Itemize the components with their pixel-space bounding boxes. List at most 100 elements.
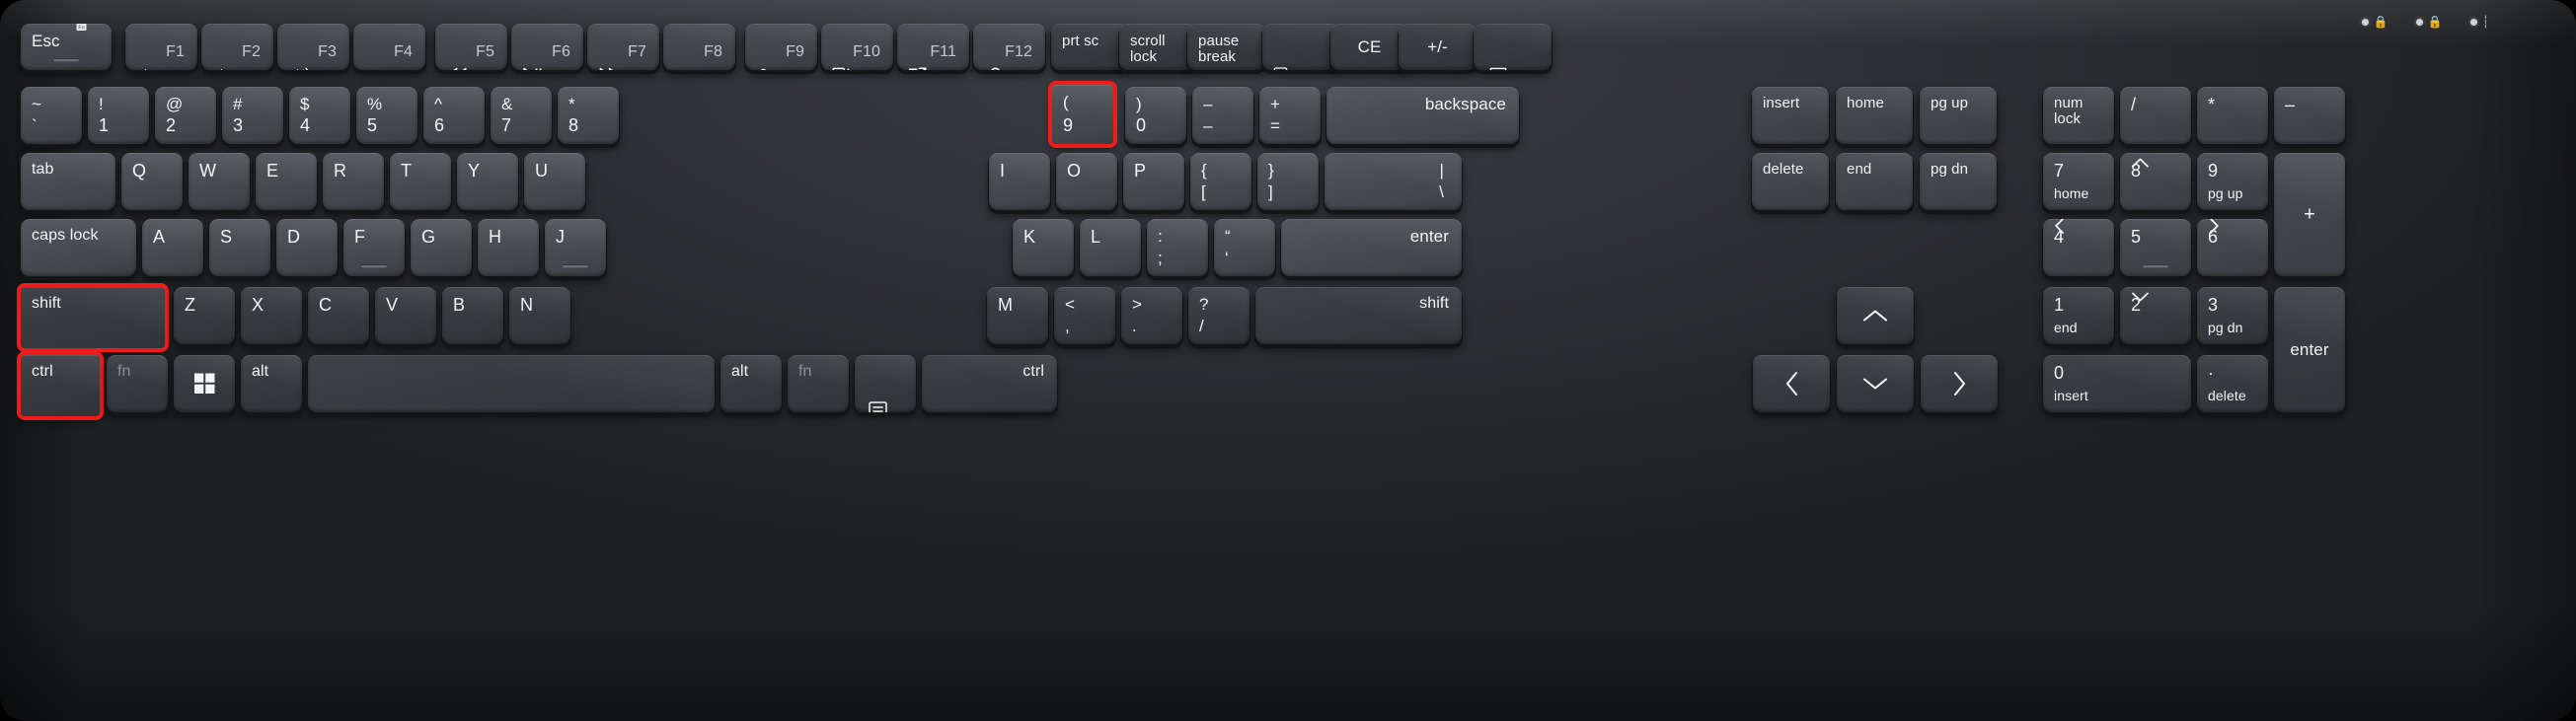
key-plus-minus[interactable]: +/- xyxy=(1399,24,1477,70)
key-shift-right[interactable]: shift xyxy=(1255,287,1462,344)
key-t[interactable]: T xyxy=(390,153,451,210)
key-8[interactable]: * 8 xyxy=(558,87,619,144)
key-numpad-1[interactable]: 1 end xyxy=(2043,287,2114,344)
key-arrow-up[interactable] xyxy=(1837,287,1914,344)
key-f1[interactable]: F1 xyxy=(125,24,197,70)
key-d[interactable]: D xyxy=(276,219,338,276)
key-space[interactable] xyxy=(308,355,715,412)
key-y[interactable]: Y xyxy=(457,153,518,210)
key-numpad-enter[interactable]: enter xyxy=(2274,287,2345,412)
key-ctrl-left[interactable]: ctrl xyxy=(21,355,100,416)
key-bracket-left[interactable]: { [ xyxy=(1190,153,1251,210)
key-end[interactable]: end xyxy=(1836,153,1913,210)
key-f4[interactable]: F4 xyxy=(353,24,425,70)
key-alt-right[interactable]: alt xyxy=(720,355,782,412)
key-f6[interactable]: F6 xyxy=(511,24,583,70)
key-period[interactable]: > . xyxy=(1121,287,1182,344)
key-numpad-8[interactable]: 8 xyxy=(2120,153,2191,210)
key-g[interactable]: G xyxy=(411,219,472,276)
key-tab[interactable]: tab xyxy=(21,153,115,210)
key-insert[interactable]: insert xyxy=(1752,87,1829,144)
key-s[interactable]: S xyxy=(209,219,270,276)
key-f11[interactable]: F11 xyxy=(897,24,969,70)
key-fn-left[interactable]: fn xyxy=(107,355,168,412)
key-f10[interactable]: F10 xyxy=(821,24,893,70)
key-numpad-2[interactable]: 2 xyxy=(2120,287,2191,344)
key-windows[interactable] xyxy=(174,355,235,412)
key-numpad-divide[interactable]: / xyxy=(2120,87,2191,144)
key-numpad-6[interactable]: 6 xyxy=(2197,219,2268,276)
key-numpad-9[interactable]: 9 pg up xyxy=(2197,153,2268,210)
key-comma[interactable]: < , xyxy=(1054,287,1115,344)
key-minus[interactable]: – – xyxy=(1192,87,1253,144)
key-c[interactable]: C xyxy=(308,287,369,344)
key-shift-left[interactable]: shift xyxy=(21,287,165,348)
key-escape[interactable]: Esc Fn xyxy=(21,24,112,70)
key-r[interactable]: R xyxy=(323,153,384,210)
key-z[interactable]: Z xyxy=(174,287,235,344)
key-equals[interactable]: + = xyxy=(1259,87,1321,144)
key-3[interactable]: # 3 xyxy=(222,87,283,144)
key-numpad-subtract[interactable]: – xyxy=(2274,87,2345,144)
key-menu[interactable] xyxy=(855,355,916,412)
key-b[interactable]: B xyxy=(442,287,503,344)
key-grave[interactable]: ~ ` xyxy=(21,87,82,144)
key-k[interactable]: K xyxy=(1013,219,1074,276)
key-semicolon[interactable]: : ; xyxy=(1147,219,1208,276)
key-numpad-7[interactable]: 7 home xyxy=(2043,153,2114,210)
key-f7[interactable]: F7 xyxy=(587,24,659,70)
key-f3[interactable]: F3 xyxy=(277,24,349,70)
key-fn-right[interactable]: fn xyxy=(788,355,849,412)
key-print-screen[interactable]: prt sc xyxy=(1051,24,1129,70)
key-f12[interactable]: F12 xyxy=(973,24,1045,70)
key-num-lock[interactable]: num lock xyxy=(2043,87,2114,144)
key-4[interactable]: $ 4 xyxy=(289,87,350,144)
key-0[interactable]: ) 0 xyxy=(1125,87,1186,144)
key-v[interactable]: V xyxy=(375,287,436,344)
key-bracket-right[interactable]: } ] xyxy=(1257,153,1319,210)
key-l[interactable]: L xyxy=(1080,219,1141,276)
key-home[interactable]: home xyxy=(1836,87,1913,144)
key-slash[interactable]: ? / xyxy=(1188,287,1250,344)
key-x[interactable]: X xyxy=(241,287,302,344)
key-backspace[interactable]: backspace xyxy=(1326,87,1519,144)
key-f2[interactable]: F2 xyxy=(201,24,273,70)
key-5[interactable]: % 5 xyxy=(356,87,417,144)
key-ctrl-right[interactable]: ctrl xyxy=(922,355,1057,412)
key-alt-left[interactable]: alt xyxy=(241,355,302,412)
key-9[interactable]: ( 9 xyxy=(1052,85,1113,144)
key-j[interactable]: J xyxy=(545,219,606,276)
key-clear-entry[interactable]: CE xyxy=(1330,24,1408,70)
key-7[interactable]: & 7 xyxy=(491,87,552,144)
key-numpad-decimal[interactable]: · delete xyxy=(2197,355,2268,412)
key-w[interactable]: W xyxy=(189,153,250,210)
key-quote[interactable]: “ ‘ xyxy=(1214,219,1275,276)
key-m[interactable]: M xyxy=(987,287,1048,344)
key-a[interactable]: A xyxy=(142,219,203,276)
key-e[interactable]: E xyxy=(256,153,317,210)
key-numpad-0[interactable]: 0 insert xyxy=(2043,355,2191,412)
key-numpad-add[interactable]: + xyxy=(2274,153,2345,276)
key-numpad-3[interactable]: 3 pg dn xyxy=(2197,287,2268,344)
key-u[interactable]: U xyxy=(524,153,585,210)
key-h[interactable]: H xyxy=(478,219,539,276)
key-enter[interactable]: enter xyxy=(1281,219,1462,276)
key-numpad-4[interactable]: 4 xyxy=(2043,219,2114,276)
key-q[interactable]: Q xyxy=(121,153,183,210)
key-f5[interactable]: F5 xyxy=(435,24,507,70)
key-f8[interactable]: F8 xyxy=(663,24,735,70)
key-f9[interactable]: F9 xyxy=(745,24,817,70)
key-2[interactable]: @ 2 xyxy=(155,87,216,144)
key-arrow-down[interactable] xyxy=(1837,355,1914,412)
key-i[interactable]: I xyxy=(989,153,1050,210)
key-o[interactable]: O xyxy=(1056,153,1117,210)
key-page-down[interactable]: pg dn xyxy=(1920,153,1997,210)
key-caps-lock[interactable]: caps lock xyxy=(21,219,136,276)
key-delete[interactable]: delete xyxy=(1752,153,1829,210)
key-numpad-multiply[interactable]: * xyxy=(2197,87,2268,144)
key-1[interactable]: ! 1 xyxy=(88,87,149,144)
key-p[interactable]: P xyxy=(1123,153,1184,210)
key-f[interactable]: F xyxy=(343,219,405,276)
key-backslash[interactable]: | \ xyxy=(1325,153,1462,210)
key-calculator[interactable] xyxy=(1262,24,1340,70)
